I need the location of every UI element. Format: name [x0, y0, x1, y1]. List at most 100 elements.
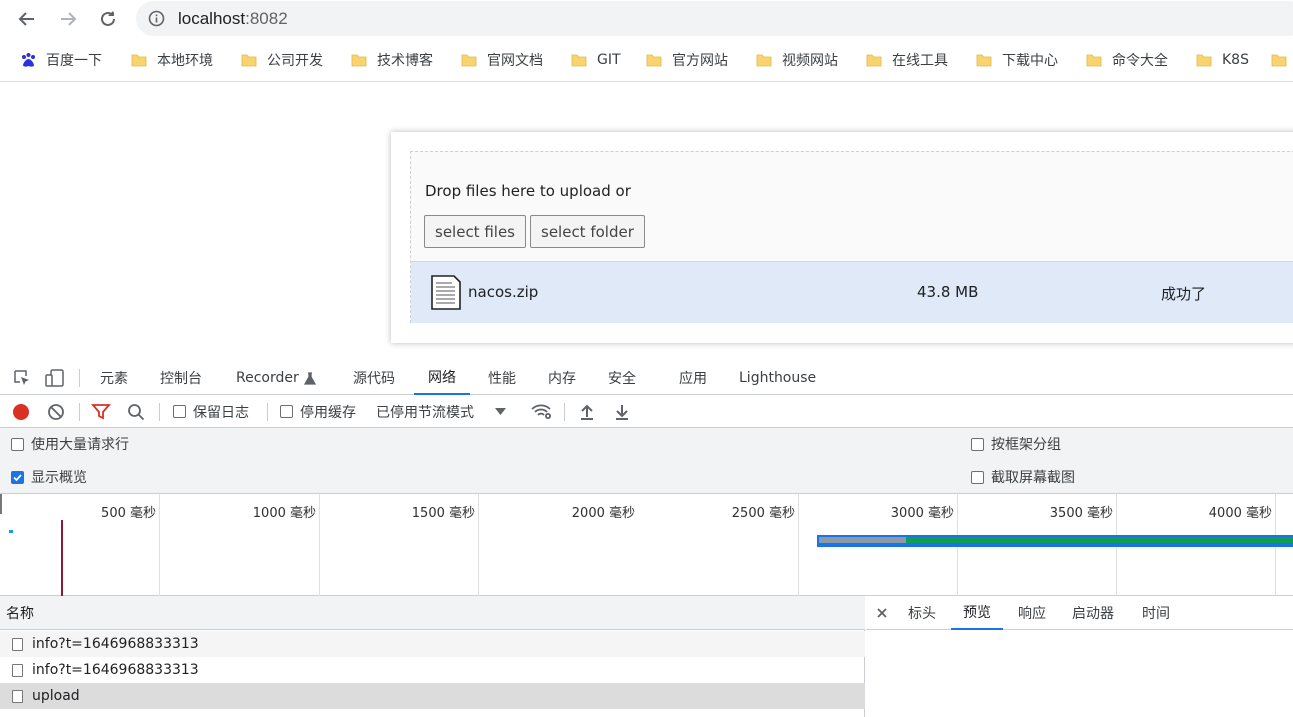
- bookmark-folder[interactable]: 官网文档: [460, 38, 543, 82]
- tab-preview[interactable]: 预览: [951, 596, 1003, 630]
- download-icon: [616, 404, 628, 420]
- bookmark-folder[interactable]: GIT: [570, 38, 621, 82]
- file-size: 43.8 MB: [917, 283, 979, 301]
- load-event-line: [61, 520, 63, 596]
- url-port: :8082: [245, 9, 288, 28]
- checkbox[interactable]: [971, 437, 984, 451]
- inspect-element-button[interactable]: [12, 361, 32, 395]
- drop-text: Drop files here to upload or: [425, 182, 631, 200]
- select-folder-button[interactable]: select folder: [530, 215, 645, 248]
- bookmark-folder[interactable]: K8S: [1195, 38, 1249, 82]
- select-files-button[interactable]: select files: [424, 215, 526, 248]
- drop-zone[interactable]: Drop files here to upload or select file…: [410, 151, 1293, 323]
- search-icon: [128, 403, 145, 420]
- bookmark-folder[interactable]: 技术博客: [350, 38, 433, 82]
- upload-request-bar: [817, 535, 1293, 547]
- file-name: nacos.zip: [468, 283, 539, 301]
- tab-memory[interactable]: 内存: [548, 361, 576, 395]
- import-har-button[interactable]: [579, 395, 595, 428]
- checkbox[interactable]: [11, 437, 24, 451]
- omnibox[interactable]: localhost:8082: [136, 1, 1293, 36]
- tab-recorder-label: Recorder: [236, 370, 299, 386]
- close-detail-button[interactable]: [876, 596, 888, 630]
- large-rows-option[interactable]: 使用大量请求行: [11, 433, 129, 455]
- checkbox-checked[interactable]: [11, 470, 24, 484]
- device-icon: [45, 369, 64, 387]
- checkbox[interactable]: [971, 470, 984, 484]
- capture-screenshots-option[interactable]: 截取屏幕截图: [971, 466, 1075, 488]
- tab-lighthouse[interactable]: Lighthouse: [739, 361, 816, 395]
- tick-label: 500 毫秒: [101, 506, 156, 521]
- bookmark-label: 下载中心: [1002, 53, 1058, 69]
- tab-response[interactable]: 响应: [1018, 596, 1046, 630]
- upload-icon: [581, 404, 593, 420]
- reload-button[interactable]: [95, 6, 121, 32]
- request-name: info?t=1646968833313: [32, 662, 199, 678]
- tab-network[interactable]: 网络: [414, 361, 470, 395]
- request-row[interactable]: info?t=1646968833313: [0, 657, 865, 683]
- bookmark-label: 命令大全: [1112, 53, 1168, 69]
- document-icon: [12, 637, 23, 651]
- clear-button[interactable]: [47, 395, 65, 428]
- info-icon[interactable]: [148, 10, 165, 27]
- bookmark-folder[interactable]: 视频网站: [755, 38, 838, 82]
- show-overview-option[interactable]: 显示概览: [11, 466, 87, 488]
- wifi-settings-icon: [531, 404, 551, 419]
- clear-icon: [48, 403, 64, 420]
- tick-label: 1000 毫秒: [252, 506, 316, 521]
- tab-timing[interactable]: 时间: [1142, 596, 1170, 630]
- request-name: upload: [32, 688, 80, 704]
- tab-performance[interactable]: 性能: [488, 361, 516, 395]
- divider: [267, 403, 268, 421]
- name-column-header[interactable]: 名称: [0, 596, 865, 630]
- checkbox[interactable]: [173, 405, 186, 418]
- devtools-tabbar: 元素 控制台 Recorder 源代码 网络 性能 内存 安全 应用 Light…: [0, 361, 1293, 395]
- bookmarks-bar: 百度一下 本地环境 公司开发 技术博客 官网文档 GIT 官方网站 视频网站 在…: [0, 38, 1293, 82]
- tab-console[interactable]: 控制台: [160, 361, 202, 395]
- tab-elements[interactable]: 元素: [100, 361, 128, 395]
- forward-button[interactable]: [55, 6, 81, 32]
- preserve-log-toggle[interactable]: 保留日志: [173, 395, 249, 428]
- bookmark-folder-overflow[interactable]: [1270, 38, 1293, 82]
- disable-cache-toggle[interactable]: 停用缓存: [280, 395, 356, 428]
- checkbox[interactable]: [280, 405, 293, 418]
- checkmark-icon: [13, 473, 22, 481]
- address-bar-row: localhost:8082: [0, 0, 1293, 38]
- disable-cache-label: 停用缓存: [300, 404, 356, 421]
- folder-icon: [461, 54, 477, 67]
- preserve-log-label: 保留日志: [193, 404, 249, 421]
- export-har-button[interactable]: [614, 395, 630, 428]
- filter-button[interactable]: [91, 395, 111, 428]
- bookmark-label: 官方网站: [672, 53, 728, 69]
- tab-recorder[interactable]: Recorder: [236, 361, 316, 395]
- divider: [159, 403, 160, 421]
- bookmark-folder[interactable]: 在线工具: [865, 38, 948, 82]
- group-by-frame-option[interactable]: 按框架分组: [971, 433, 1061, 455]
- throttling-value: 已停用节流模式: [376, 404, 474, 421]
- tab-headers[interactable]: 标头: [908, 596, 936, 630]
- tab-security[interactable]: 安全: [608, 361, 636, 395]
- bookmark-baidu[interactable]: 百度一下: [20, 38, 102, 82]
- bookmark-folder[interactable]: 命令大全: [1085, 38, 1168, 82]
- bookmark-folder[interactable]: 公司开发: [240, 38, 323, 82]
- folder-icon: [571, 54, 587, 67]
- baidu-icon: [22, 52, 35, 67]
- capture-screenshots-label: 截取屏幕截图: [991, 470, 1075, 486]
- network-overview-timeline[interactable]: 500 毫秒 1000 毫秒 1500 毫秒 2000 毫秒 2500 毫秒 3…: [0, 494, 1293, 596]
- tab-application[interactable]: 应用: [679, 361, 707, 395]
- back-button[interactable]: [14, 6, 40, 32]
- search-button[interactable]: [127, 395, 145, 428]
- folder-icon: [351, 54, 367, 67]
- bookmark-folder[interactable]: 官方网站: [645, 38, 728, 82]
- record-button[interactable]: [12, 395, 30, 428]
- device-toolbar-button[interactable]: [44, 361, 66, 395]
- bookmark-folder[interactable]: 本地环境: [130, 38, 213, 82]
- folder-icon: [756, 54, 772, 67]
- throttling-select[interactable]: 已停用节流模式: [376, 395, 506, 428]
- request-row[interactable]: info?t=1646968833313: [0, 631, 865, 657]
- request-row-selected[interactable]: upload: [0, 683, 865, 709]
- network-conditions-button[interactable]: [531, 395, 553, 428]
- tab-initiator[interactable]: 启动器: [1072, 596, 1114, 630]
- bookmark-folder[interactable]: 下载中心: [975, 38, 1058, 82]
- tab-sources[interactable]: 源代码: [353, 361, 395, 395]
